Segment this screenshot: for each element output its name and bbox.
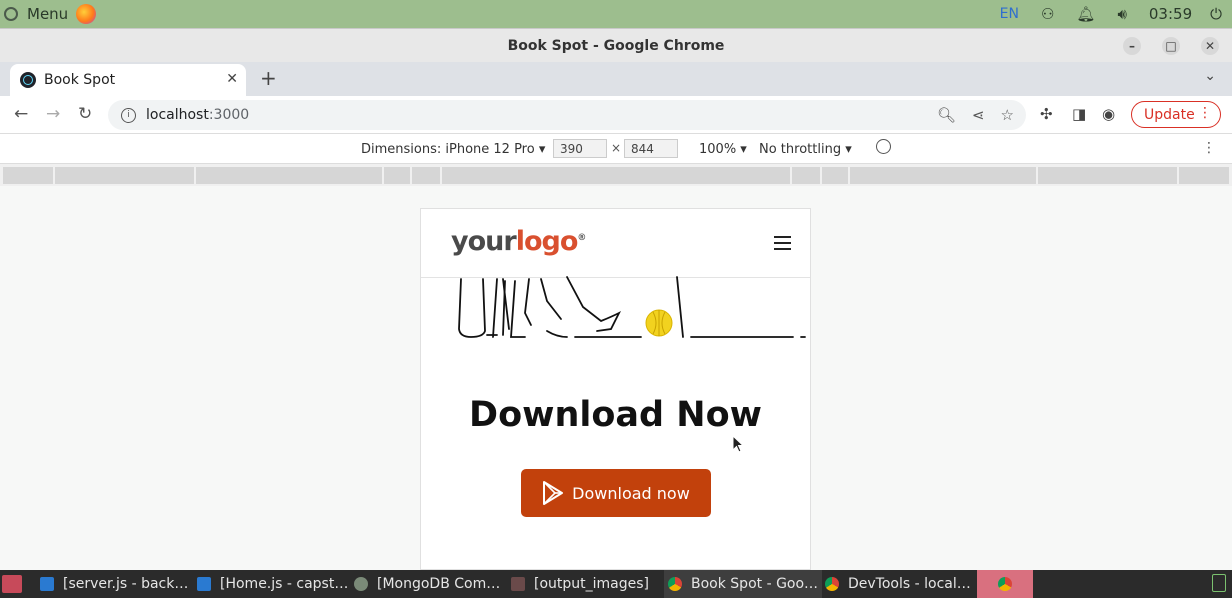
rotate-device-icon[interactable] [872,135,895,158]
vscode-icon [40,577,54,591]
os-top-panel: Menu EN ⚇ 🔔︎ 🔊︎ 03:59 ⏻ [0,0,1232,28]
play-store-icon [543,481,564,505]
taskbar-item-chrome-window[interactable] [977,570,1033,598]
download-heading: Download Now [469,395,762,435]
tab-search-chevron-icon[interactable]: ⌄ [1204,68,1216,84]
emulated-viewport: yourlogo® Download Now Download now [0,186,1232,570]
tab-strip: Book Spot ✕ + ⌄ [0,62,1232,96]
ruler-segment[interactable] [384,167,410,184]
chrome-icon [998,577,1012,591]
tab-close-icon[interactable]: ✕ [226,71,238,87]
system-clock[interactable]: 03:59 [1149,5,1192,23]
desktop-icon [2,575,22,593]
taskbar-item-label: Book Spot - Goo… [691,576,819,592]
show-desktop-button[interactable] [2,570,22,598]
window-title: Book Spot - Google Chrome [507,37,725,54]
share-icon[interactable]: ⋖ [972,106,985,124]
tab-book-spot[interactable]: Book Spot ✕ [10,64,246,96]
ruler-segment[interactable] [3,167,53,184]
address-url[interactable]: localhost:3000 [146,107,249,123]
close-window-button[interactable]: ✕ [1201,37,1219,55]
media-query-ruler [0,164,1232,186]
taskbar-item-label: [output_images] [534,576,650,592]
ruler-segment[interactable] [850,167,1036,184]
ruler-segment[interactable] [196,167,382,184]
os-taskbar: [server.js - back… [Home.js - capst… [Mo… [0,570,1232,598]
chrome-icon [668,577,682,591]
ruler-segment[interactable] [1038,167,1177,184]
mongodb-compass-icon [354,577,368,591]
throttling-dropdown[interactable]: No throttling ▾ [759,142,852,157]
site-header: yourlogo® [421,209,810,278]
bookmark-star-icon[interactable]: ☆ [1001,106,1014,124]
taskbar-item-book-spot-chrome[interactable]: Book Spot - Goo… [664,570,823,598]
ruler-segment[interactable] [792,167,820,184]
chrome-menu-kebab-icon[interactable]: ⋮ [1198,105,1212,121]
taskbar-item-label: [server.js - back… [63,576,189,592]
os-menu-label: Menu [27,5,69,23]
maximize-window-button[interactable]: □ [1162,37,1180,55]
logo-registered-mark: ® [577,233,587,243]
device-toolbar: Dimensions: iPhone 12 Pro ▾ 390 × 844 10… [0,134,1232,164]
toolbar: ← → ↻ i localhost:3000 🔍︎ ⋖ ☆ ✣ ◨ ◉ Upda… [0,96,1232,134]
os-menu-button[interactable]: Menu [4,4,97,24]
logo-word-your: your [451,226,517,257]
site-logo[interactable]: yourlogo® [451,226,586,257]
back-arrow-icon[interactable]: ← [14,104,28,124]
illustration-people-walking [458,276,806,338]
window-title-bar: Book Spot - Google Chrome – □ ✕ [0,28,1232,62]
volume-icon[interactable]: 🔊︎ [1117,5,1126,23]
taskbar-item-devtools[interactable]: DevTools - local… [825,570,971,598]
phone-page: yourlogo® Download Now Download now [420,208,811,570]
update-label: Update [1144,106,1195,123]
device-dimensions-dropdown[interactable]: Dimensions: iPhone 12 Pro ▾ [361,142,545,157]
zoom-magnifier-icon[interactable]: 🔍︎ [937,106,956,124]
device-toolbar-more-icon[interactable]: ⋮ [1202,140,1216,156]
keyboard-language-indicator[interactable]: EN [1000,6,1019,22]
ruler-segment[interactable] [55,167,194,184]
site-info-icon[interactable]: i [121,107,136,123]
extensions-puzzle-icon[interactable]: ✣ [1040,105,1053,123]
taskbar-item-mongodb-compass[interactable]: [MongoDB Com… [354,570,500,598]
mouse-cursor-icon [732,435,744,453]
logo-word-logo: logo [515,226,579,257]
taskbar-item-server-js[interactable]: [server.js - back… [40,570,188,598]
taskbar-item-label: DevTools - local… [848,576,971,592]
ruler-segment[interactable] [822,167,848,184]
download-button-label: Download now [572,483,690,503]
notification-bell-icon[interactable]: 🔔︎ [1076,5,1095,23]
taskbar-item-output-images[interactable]: [output_images] [511,570,649,598]
ruler-segment[interactable] [1179,167,1229,184]
dimension-separator: × [611,141,622,155]
firefox-icon[interactable] [76,4,97,24]
taskbar-item-label: [MongoDB Com… [377,576,501,592]
hamburger-menu-icon[interactable] [774,236,791,250]
network-icon[interactable]: ⚇ [1041,5,1054,23]
vscode-icon [197,577,211,591]
address-bar[interactable]: i localhost:3000 🔍︎ ⋖ ☆ [108,100,1026,130]
react-favicon-icon [20,72,36,88]
new-tab-plus-icon[interactable]: + [260,66,277,90]
power-icon[interactable]: ⏻ [1210,5,1222,23]
ruler-segment[interactable] [412,167,440,184]
download-now-button[interactable]: Download now [521,469,711,517]
device-height-input[interactable]: 844 [624,139,678,158]
taskbar-item-label: [Home.js - capst… [220,576,349,592]
update-button[interactable]: Update ⋮ [1131,101,1221,128]
taskbar-item-home-js[interactable]: [Home.js - capst… [197,570,348,598]
tab-label: Book Spot [44,72,116,88]
trash-icon[interactable] [1212,574,1226,592]
side-panel-icon[interactable]: ◨ [1072,105,1086,123]
minimize-window-button[interactable]: – [1123,37,1141,55]
reload-icon[interactable]: ↻ [78,104,92,124]
chrome-icon [825,577,839,591]
device-width-input[interactable]: 390 [553,139,607,158]
ubuntu-logo-icon [4,7,18,21]
profile-avatar-icon[interactable]: ◉ [1102,105,1115,123]
folder-icon [511,577,525,591]
zoom-dropdown[interactable]: 100% ▾ [699,142,747,157]
ruler-segment[interactable] [442,167,790,184]
forward-arrow-icon[interactable]: → [46,104,60,124]
